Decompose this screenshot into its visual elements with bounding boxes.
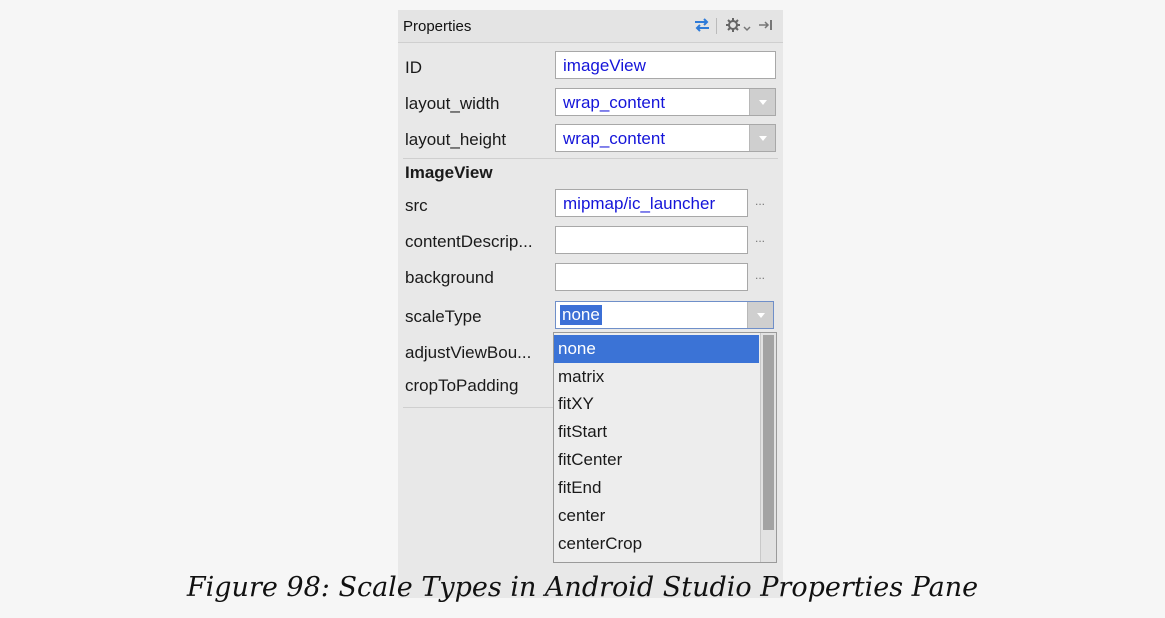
scale-type-dropdown-list[interactable]: none matrix fitXY fitStart fitCenter fit… [553,332,777,563]
background-field[interactable] [555,263,748,291]
option-centercrop[interactable]: centerCrop [554,530,759,558]
id-label: ID [405,58,422,77]
adjust-view-bounds-label: adjustViewBou... [405,343,532,362]
src-field[interactable]: mipmap/ic_launcher [555,189,748,217]
layout-width-label: layout_width [405,94,500,113]
background-label: background [405,268,494,287]
option-center[interactable]: center [554,502,759,530]
dropdown-scrollbar[interactable] [760,333,776,562]
id-value: imageView [563,56,646,75]
content-description-label: contentDescrip... [405,232,533,251]
scrollbar-thumb[interactable] [763,335,774,530]
content-description-field[interactable] [555,226,748,254]
layout-height-label: layout_height [405,130,507,149]
layout-width-value: wrap_content [563,93,666,112]
background-more-button[interactable]: ... [755,268,765,282]
src-label: src [405,196,428,215]
gear-icon[interactable] [724,16,742,39]
header-divider [716,18,717,34]
figure-caption: Figure 98: Scale Types in Android Studio… [186,572,979,603]
separator [403,407,553,408]
chevron-down-icon[interactable] [743,20,751,38]
pin-to-side-icon[interactable] [758,16,774,39]
dropdown-arrow-icon[interactable] [749,89,775,115]
option-fitstart[interactable]: fitStart [554,418,759,446]
option-fitxy[interactable]: fitXY [554,390,759,418]
properties-pane: Properties ID imageView layout_width wra… [398,10,783,598]
pane-header: Properties [398,10,783,43]
content-description-more-button[interactable]: ... [755,231,765,245]
pane-title: Properties [403,18,472,35]
option-none[interactable]: none [554,335,759,363]
scale-type-value: none [560,305,602,325]
scale-type-select[interactable]: none [555,301,774,329]
layout-height-select[interactable]: wrap_content [555,124,776,152]
option-fitend[interactable]: fitEnd [554,474,759,502]
dropdown-arrow-icon[interactable] [747,302,773,328]
swap-arrows-icon[interactable] [692,16,712,39]
src-more-button[interactable]: ... [755,194,765,208]
section-title: ImageView [405,163,493,182]
layout-height-value: wrap_content [563,129,666,148]
id-field[interactable]: imageView [555,51,776,79]
dropdown-arrow-icon[interactable] [749,125,775,151]
scale-type-label: scaleType [405,307,482,326]
separator [403,158,778,159]
src-value: mipmap/ic_launcher [563,194,716,213]
option-fitcenter[interactable]: fitCenter [554,446,759,474]
crop-to-padding-label: cropToPadding [405,376,519,395]
layout-width-select[interactable]: wrap_content [555,88,776,116]
option-matrix[interactable]: matrix [554,363,759,391]
